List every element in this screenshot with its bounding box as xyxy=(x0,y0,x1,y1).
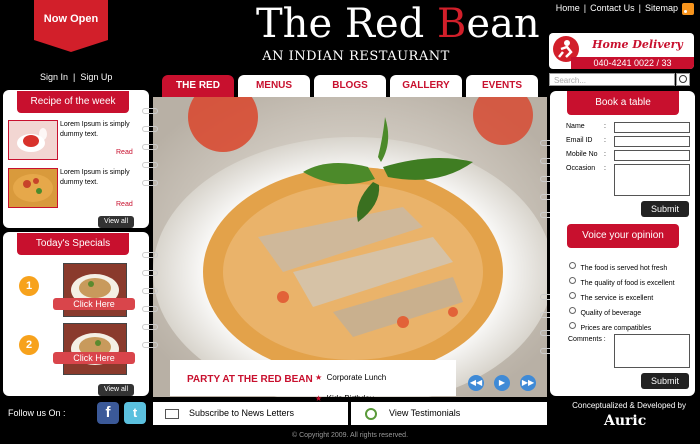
subscribe-label: Subscribe to News Letters xyxy=(189,408,295,418)
logo-bean-letter: B xyxy=(436,1,467,47)
hero-caption-title: PARTY AT THE RED BEAN xyxy=(187,374,313,385)
special-image-2[interactable] xyxy=(63,323,127,375)
recipe-text-2: Lorem Ipsum is simply dummy text. xyxy=(60,169,130,186)
specials-panel-title: Today's Specials xyxy=(17,233,129,255)
hero-slideshow-image[interactable] xyxy=(153,97,547,397)
name-label: Name xyxy=(566,123,585,130)
rss-icon[interactable] xyxy=(682,3,694,15)
site-tagline: AN INDIAN RESTAURANT xyxy=(262,49,450,64)
opinion-options: The food is served hot fresh The quality… xyxy=(569,257,675,332)
recipe-read-link-2[interactable]: Read xyxy=(116,201,133,208)
fast-forward-icon[interactable]: ▶▶ xyxy=(520,375,536,391)
recipe-thumbnail-2[interactable] xyxy=(8,168,58,208)
developer-logo[interactable]: Auric xyxy=(604,413,646,429)
opinion-title: Voice your opinion xyxy=(567,224,679,248)
caption-item-corporate-lunch: Corporate Lunch xyxy=(326,373,387,382)
home-link[interactable]: Home xyxy=(556,3,580,13)
special-click-here-2[interactable]: Click Here xyxy=(53,352,135,364)
name-field[interactable] xyxy=(614,122,690,133)
radio-beverage[interactable] xyxy=(569,307,576,315)
hero-caption-list: ★ Corporate Lunch ★ Kids Birthday xyxy=(315,367,386,406)
recipe-text-1: Lorem Ipsum is simply dummy text. xyxy=(60,121,130,138)
search-input[interactable]: Search... xyxy=(549,73,675,86)
sign-in-link[interactable]: Sign In xyxy=(40,72,68,82)
radio-prices[interactable] xyxy=(569,322,576,330)
email-field[interactable] xyxy=(614,136,690,147)
opinion-option-3: The service is excellent xyxy=(580,295,654,302)
colon: : xyxy=(604,165,606,172)
colon: : xyxy=(604,123,606,130)
tab-the-red-bean[interactable]: THE RED BEAN xyxy=(162,75,234,113)
mobile-field[interactable] xyxy=(614,150,690,161)
colon: : xyxy=(604,151,606,158)
book-table-title: Book a table xyxy=(567,91,679,115)
comments-label: Comments : xyxy=(568,336,606,343)
opinion-option-2: The quality of food is excellent xyxy=(580,280,675,287)
rewind-icon[interactable]: ◀◀ xyxy=(468,375,484,391)
tab-blogs[interactable]: BLOGS xyxy=(314,75,386,97)
facebook-icon[interactable]: f xyxy=(97,402,119,424)
testimonials-label: View Testimonials xyxy=(389,408,461,418)
delivery-title: Home Delivery xyxy=(592,38,683,51)
logo-text-end: ean xyxy=(466,1,540,47)
now-open-text: Now Open xyxy=(43,13,99,25)
auth-links: Sign In | Sign Up xyxy=(40,72,113,82)
opinion-option-5: Prices are compatibles xyxy=(580,325,652,332)
magnifier-icon xyxy=(365,407,377,420)
delivery-phone: 040-4241 0022 / 33 xyxy=(571,57,694,69)
star-icon: ★ xyxy=(315,373,323,382)
opinion-submit-button[interactable]: Submit xyxy=(641,373,689,389)
book-submit-button[interactable]: Submit xyxy=(641,201,689,217)
recipe-view-all-button[interactable]: View all xyxy=(98,216,134,228)
contact-us-link[interactable]: Contact Us xyxy=(590,3,635,13)
view-testimonials-button[interactable]: View Testimonials xyxy=(351,402,547,425)
occasion-field[interactable] xyxy=(614,164,690,196)
special-click-here-1[interactable]: Click Here xyxy=(53,298,135,310)
radio-food-quality[interactable] xyxy=(569,277,576,285)
opinion-option-1: The food is served hot fresh xyxy=(580,265,668,272)
special-number-1: 1 xyxy=(19,276,39,296)
specials-view-all-button[interactable]: View all xyxy=(98,384,134,396)
radio-service[interactable] xyxy=(569,292,576,300)
recipe-read-link-1[interactable]: Read xyxy=(116,149,133,156)
occasion-label: Occasion xyxy=(566,165,596,172)
search-icon[interactable] xyxy=(676,73,690,86)
sign-up-link[interactable]: Sign Up xyxy=(80,72,112,82)
sitemap-link[interactable]: Sitemap xyxy=(645,3,678,13)
subscribe-newsletter-button[interactable]: Subscribe to News Letters xyxy=(153,402,348,425)
home-delivery-banner[interactable]: Home Delivery 040-4241 0022 / 33 xyxy=(549,33,694,69)
left-binding-rings xyxy=(142,100,160,396)
recipe-panel-title: Recipe of the week xyxy=(17,91,129,113)
developer-credit: Conceptualized & Developed by xyxy=(572,401,686,410)
tab-gallery[interactable]: GALLERY xyxy=(390,75,462,97)
mobile-label: Mobile No xyxy=(566,151,598,158)
envelope-icon xyxy=(165,408,179,419)
now-open-badge: Now Open xyxy=(34,0,108,52)
tab-menus[interactable]: MENUS xyxy=(238,75,310,97)
top-links: Home | Contact Us | Sitemap xyxy=(555,3,678,13)
radio-food-hot[interactable] xyxy=(569,262,576,270)
colon: : xyxy=(604,137,606,144)
follow-us-label: Follow us On : xyxy=(8,408,66,418)
play-icon[interactable]: ▶ xyxy=(494,375,510,391)
twitter-icon[interactable]: t xyxy=(124,402,146,424)
opinion-option-4: Quality of beverage xyxy=(580,310,642,317)
logo-text-start: The Red xyxy=(256,1,437,47)
site-logo[interactable]: The Red Bean xyxy=(256,1,540,47)
copyright-text: © Copyright 2009. All rights reserved. xyxy=(291,432,409,439)
special-number-2: 2 xyxy=(19,335,39,355)
recipe-thumbnail-1[interactable] xyxy=(8,120,58,160)
email-label: Email ID xyxy=(566,137,593,144)
comments-field[interactable] xyxy=(614,334,690,368)
tab-events[interactable]: EVENTS xyxy=(466,75,538,97)
